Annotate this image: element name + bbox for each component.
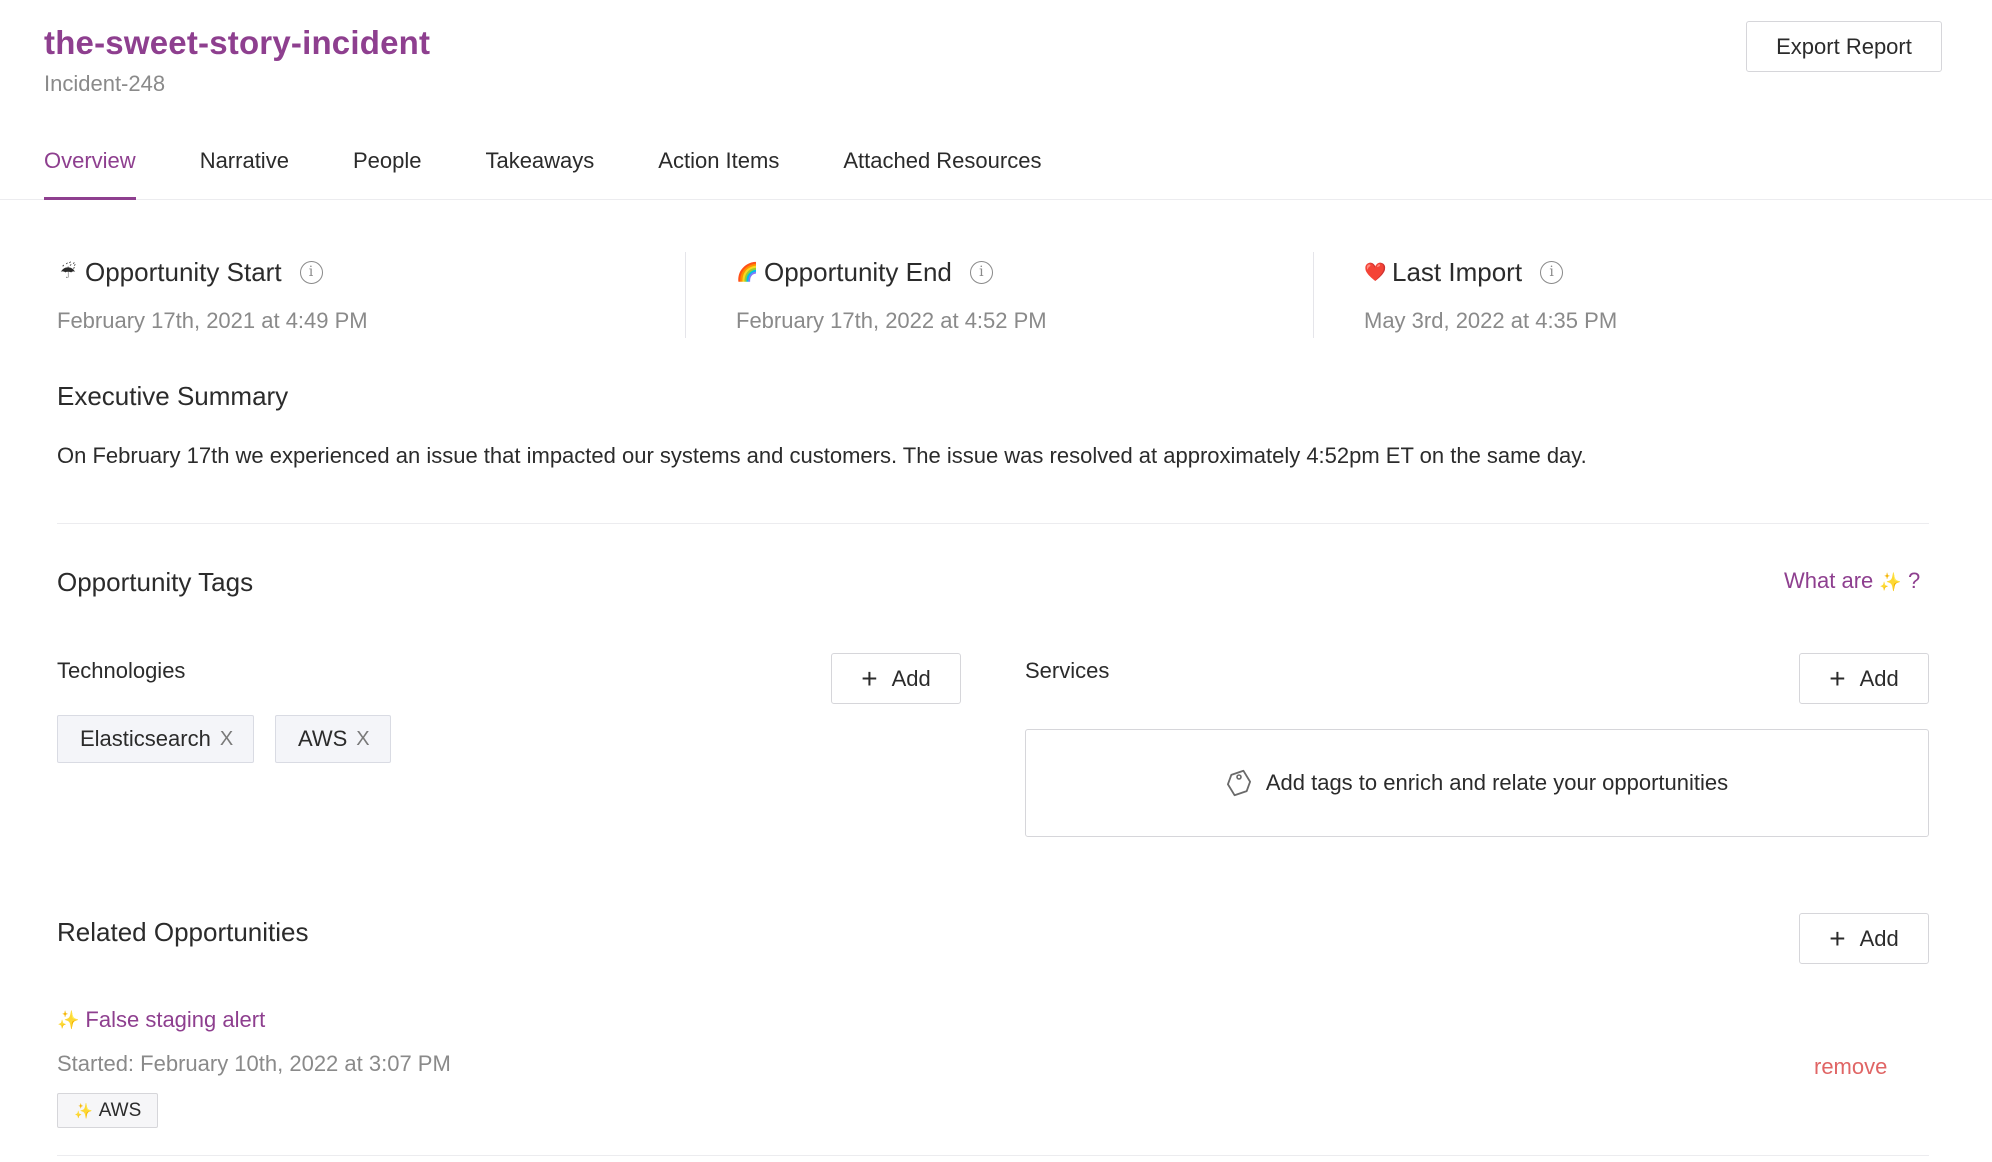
- tab-action-items[interactable]: Action Items: [658, 148, 779, 200]
- tag-label: AWS: [298, 726, 348, 751]
- tab-narrative[interactable]: Narrative: [200, 148, 289, 200]
- divider: [685, 252, 686, 338]
- add-label: Add: [1859, 665, 1899, 691]
- divider: [57, 523, 1929, 524]
- add-related-button[interactable]: + Add: [1799, 913, 1929, 964]
- stat-value: February 17th, 2022 at 4:52 PM: [736, 308, 1047, 333]
- tab-attached-resources[interactable]: Attached Resources: [843, 148, 1041, 200]
- what-are-link[interactable]: What are ✨ ?: [1784, 568, 1920, 594]
- stat-last-import: ❤️ Last Import i May 3rd, 2022 at 4:35 P…: [1364, 255, 1617, 334]
- stat-title: Last Import: [1392, 256, 1523, 287]
- close-icon[interactable]: X: [356, 728, 369, 751]
- stat-value: May 3rd, 2022 at 4:35 PM: [1364, 308, 1618, 333]
- sparkles-icon: ✨: [1879, 572, 1902, 592]
- info-icon[interactable]: i: [969, 260, 993, 284]
- add-service-button[interactable]: + Add: [1799, 653, 1929, 704]
- incident-title: the-sweet-story-incident: [44, 24, 431, 61]
- close-icon[interactable]: X: [220, 728, 233, 751]
- tag-label: AWS: [98, 1099, 142, 1121]
- info-icon[interactable]: i: [299, 260, 323, 284]
- stat-opportunity-start: ☔ Opportunity Start i February 17th, 202…: [57, 255, 368, 334]
- services-title: Services: [1025, 658, 1110, 683]
- tab-overview[interactable]: Overview: [44, 148, 136, 200]
- umbrella-icon: ☔: [59, 261, 77, 282]
- sparkles-icon: ✨: [74, 1102, 93, 1120]
- incident-id: Incident-248: [44, 71, 166, 96]
- related-opportunity-name: False staging alert: [85, 1007, 266, 1032]
- export-report-button[interactable]: Export Report: [1746, 21, 1942, 72]
- divider: [1313, 252, 1314, 338]
- sparkles-icon: ✨: [57, 1009, 80, 1030]
- stat-opportunity-end: 🌈 Opportunity End i February 17th, 2022 …: [736, 255, 1047, 334]
- executive-summary-title: Executive Summary: [57, 381, 289, 411]
- page-header: the-sweet-story-incident Incident-248 Ex…: [0, 0, 1992, 200]
- plus-icon: +: [1829, 922, 1846, 954]
- related-opportunities-title: Related Opportunities: [57, 917, 309, 947]
- heart-icon: ❤️: [1364, 261, 1387, 282]
- plus-icon: +: [861, 662, 878, 694]
- tab-bar: Overview Narrative People Takeaways Acti…: [44, 148, 1041, 200]
- rainbow-icon: 🌈: [736, 261, 759, 282]
- add-label: Add: [1859, 925, 1899, 951]
- divider: [57, 1155, 1929, 1156]
- stat-value: February 17th, 2021 at 4:49 PM: [57, 308, 368, 333]
- question-mark: ?: [1907, 568, 1921, 593]
- opportunity-tags-title: Opportunity Tags: [57, 567, 254, 597]
- technologies-title: Technologies: [57, 658, 186, 683]
- info-icon[interactable]: i: [1540, 260, 1564, 284]
- remove-related-button[interactable]: remove: [1814, 1054, 1887, 1080]
- tab-people[interactable]: People: [353, 148, 422, 200]
- services-empty-state: Add tags to enrich and relate your oppor…: [1025, 729, 1929, 837]
- tag-icon: [1226, 768, 1252, 798]
- stat-title: Opportunity End: [764, 256, 952, 287]
- stat-title: Opportunity Start: [85, 256, 282, 287]
- technology-tag: AWS X: [275, 715, 391, 763]
- related-opportunity-started: Started: February 10th, 2022 at 3:07 PM: [57, 1051, 451, 1076]
- related-opportunity-tag: ✨ AWS: [57, 1093, 159, 1128]
- related-opportunity-link[interactable]: ✨ False staging alert: [57, 1007, 265, 1033]
- plus-icon: +: [1829, 662, 1846, 694]
- add-label: Add: [891, 665, 931, 691]
- what-are-label: What are: [1784, 568, 1874, 593]
- services-empty-text: Add tags to enrich and relate your oppor…: [1265, 770, 1729, 795]
- tag-label: Elasticsearch: [80, 726, 211, 751]
- technology-tag: Elasticsearch X: [57, 715, 255, 763]
- tab-takeaways[interactable]: Takeaways: [485, 148, 594, 200]
- executive-summary-text: On February 17th we experienced an issue…: [57, 443, 1587, 468]
- add-technology-button[interactable]: + Add: [831, 653, 961, 704]
